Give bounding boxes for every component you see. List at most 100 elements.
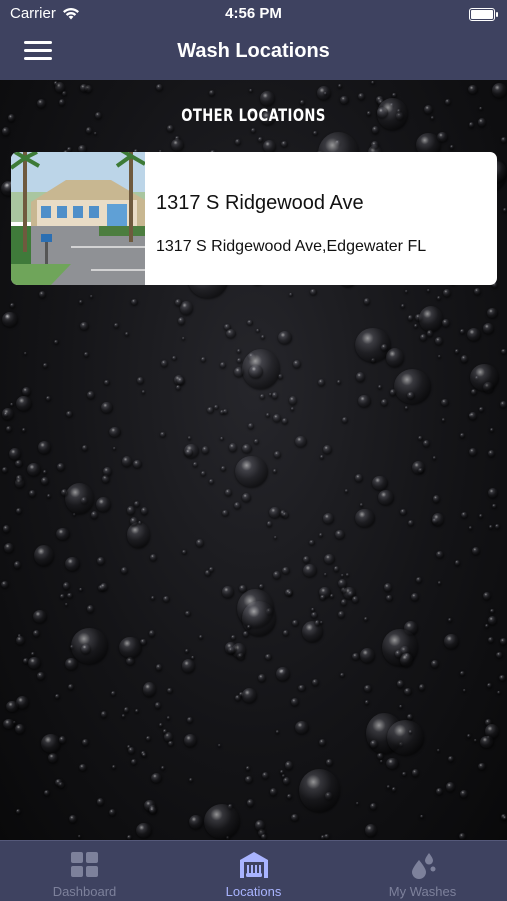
water-droplet — [222, 409, 228, 415]
water-droplet — [203, 804, 240, 839]
water-droplet — [468, 84, 478, 95]
tab-my-washes[interactable]: My Washes — [338, 841, 507, 901]
water-droplet — [385, 347, 404, 367]
water-droplet — [419, 334, 427, 342]
water-droplet — [221, 509, 229, 517]
water-droplet — [122, 456, 133, 467]
water-droplet — [272, 570, 281, 579]
water-droplet — [90, 295, 94, 298]
water-droplet — [426, 289, 431, 293]
water-droplet — [46, 493, 52, 498]
water-droplet — [185, 610, 191, 617]
water-droplet — [411, 769, 420, 777]
water-droplet — [48, 753, 59, 763]
tab-label: Dashboard — [52, 884, 117, 899]
water-droplet — [466, 328, 481, 342]
water-droplet — [319, 739, 326, 747]
water-droplet — [274, 450, 281, 458]
water-droplet — [100, 583, 108, 592]
water-droplet — [340, 673, 345, 678]
water-droplet — [372, 476, 388, 491]
water-droplet — [143, 682, 157, 697]
water-droplet — [355, 473, 364, 483]
water-droplet — [68, 814, 77, 824]
water-droplet — [415, 576, 423, 584]
tab-dashboard[interactable]: Dashboard — [0, 841, 169, 901]
water-droplet — [219, 361, 227, 369]
water-droplet — [258, 137, 263, 143]
water-droplet — [37, 441, 51, 454]
water-droplet — [460, 671, 465, 677]
water-droplet — [90, 511, 99, 519]
water-droplet — [293, 360, 301, 368]
water-droplet — [309, 539, 315, 546]
water-droplet — [67, 592, 73, 598]
water-droplet — [234, 456, 268, 488]
water-droplet — [432, 455, 437, 460]
water-droplet — [102, 467, 113, 476]
water-droplet — [15, 809, 22, 815]
water-droplet — [265, 653, 272, 660]
water-droplet — [42, 362, 49, 368]
water-droplet — [370, 80, 375, 85]
water-droplet — [333, 565, 340, 572]
water-droplet — [324, 553, 336, 565]
water-droplet — [64, 482, 95, 515]
water-droplet — [358, 395, 371, 407]
water-droplet — [407, 391, 415, 400]
water-droplet — [60, 594, 65, 600]
water-droplet — [310, 611, 319, 619]
water-droplet — [150, 773, 163, 784]
water-droplet — [2, 718, 15, 730]
water-droplet — [387, 720, 425, 755]
water-droplet — [281, 141, 289, 148]
water-droplet — [391, 787, 397, 793]
water-droplet — [187, 436, 192, 440]
water-droplet — [407, 713, 413, 720]
water-droplet — [281, 418, 288, 424]
water-droplet — [418, 435, 423, 441]
water-droplet — [81, 643, 92, 654]
water-droplet — [207, 406, 215, 414]
water-droplet — [154, 702, 162, 709]
water-droplet — [16, 635, 25, 645]
water-droplet — [400, 508, 407, 515]
water-droplet — [16, 507, 22, 514]
water-droplet — [95, 496, 111, 512]
water-droplet — [21, 386, 32, 396]
water-droplet — [124, 331, 130, 337]
water-droplet — [178, 317, 186, 326]
water-droplet — [242, 443, 253, 453]
water-droplet — [303, 555, 311, 563]
tab-locations[interactable]: Locations — [169, 841, 338, 901]
water-droplet — [488, 487, 498, 498]
water-droplet — [141, 507, 149, 515]
water-droplet — [501, 349, 507, 355]
water-droplet — [377, 752, 384, 760]
car-wash-building-icon — [239, 852, 268, 878]
water-droplet — [324, 833, 330, 839]
water-droplet — [378, 384, 382, 389]
water-droplet — [142, 752, 147, 758]
water-droplet — [228, 443, 237, 452]
water-droplet — [246, 319, 253, 326]
water-droplet — [294, 435, 308, 448]
water-droplet — [136, 823, 152, 839]
water-droplet — [364, 823, 378, 837]
water-droplet — [277, 330, 292, 344]
water-droplet — [57, 462, 66, 471]
water-droplet — [345, 573, 350, 577]
water-droplet — [266, 521, 273, 527]
water-droplet — [249, 88, 253, 93]
page-title: Wash Locations — [177, 40, 330, 62]
water-droplet — [430, 660, 439, 669]
water-droplet — [408, 730, 413, 734]
water-droplet — [486, 682, 492, 688]
water-droplet — [487, 616, 497, 625]
water-droplet — [220, 436, 224, 441]
water-droplet — [480, 735, 495, 749]
water-droplet — [111, 765, 116, 770]
location-card[interactable]: 1317 S Ridgewood Ave 1317 S Ridgewood Av… — [11, 152, 497, 285]
water-droplet — [101, 401, 113, 414]
water-droplet — [54, 694, 60, 700]
